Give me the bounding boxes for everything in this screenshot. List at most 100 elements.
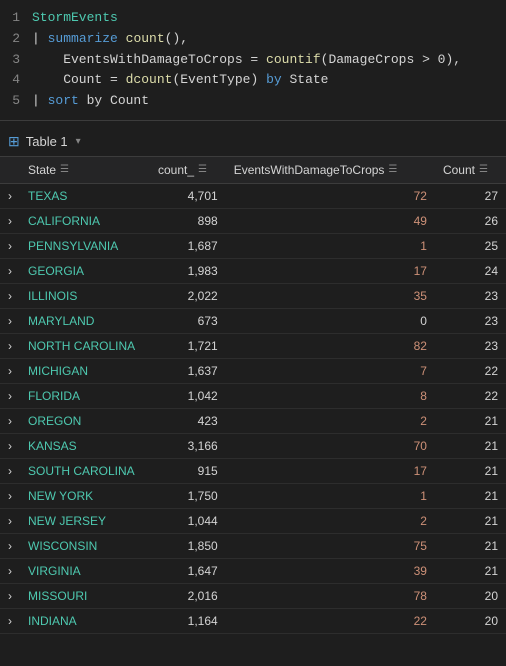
cell-events: 39 <box>226 558 435 583</box>
cell-events: 2 <box>226 408 435 433</box>
col-header-state[interactable]: State ☰ <box>20 156 150 183</box>
code-editor: 1StormEvents2| summarize count(),3 Event… <box>0 0 506 121</box>
table-row[interactable]: ›TEXAS4,7017227 <box>0 183 506 208</box>
filter-icon-count_[interactable]: ☰ <box>198 164 207 175</box>
code-text: Count = dcount(EventType) by State <box>32 70 328 91</box>
row-expand-icon[interactable]: › <box>0 308 20 333</box>
row-expand-icon[interactable]: › <box>0 283 20 308</box>
row-expand-icon[interactable]: › <box>0 358 20 383</box>
table-row[interactable]: ›MICHIGAN1,637722 <box>0 358 506 383</box>
cell-count_: 1,647 <box>150 558 226 583</box>
cell-state: ILLINOIS <box>20 283 150 308</box>
cell-count: 20 <box>435 583 506 608</box>
cell-count: 21 <box>435 558 506 583</box>
row-expand-icon[interactable]: › <box>0 483 20 508</box>
table-row[interactable]: ›NORTH CAROLINA1,7218223 <box>0 333 506 358</box>
cell-events: 2 <box>226 508 435 533</box>
table-row[interactable]: ›INDIANA1,1642220 <box>0 608 506 633</box>
table-row[interactable]: ›MISSOURI2,0167820 <box>0 583 506 608</box>
row-expand-icon[interactable]: › <box>0 333 20 358</box>
table-row[interactable]: ›CALIFORNIA8984926 <box>0 208 506 233</box>
row-expand-icon[interactable]: › <box>0 608 20 633</box>
expand-col-header <box>0 156 20 183</box>
row-expand-icon[interactable]: › <box>0 533 20 558</box>
chevron-down-icon[interactable]: ▾ <box>76 136 81 147</box>
cell-count_: 673 <box>150 308 226 333</box>
table-row[interactable]: ›VIRGINIA1,6473921 <box>0 558 506 583</box>
col-header-events[interactable]: EventsWithDamageToCrops ☰ <box>226 156 435 183</box>
filter-icon-events[interactable]: ☰ <box>388 164 397 175</box>
table-row[interactable]: ›PENNSYLVANIA1,687125 <box>0 233 506 258</box>
table-row[interactable]: ›GEORGIA1,9831724 <box>0 258 506 283</box>
cell-count_: 1,164 <box>150 608 226 633</box>
row-expand-icon[interactable]: › <box>0 383 20 408</box>
cell-count_: 1,721 <box>150 333 226 358</box>
row-expand-icon[interactable]: › <box>0 208 20 233</box>
row-expand-icon[interactable]: › <box>0 508 20 533</box>
cell-count: 21 <box>435 408 506 433</box>
table-row[interactable]: ›MARYLAND673023 <box>0 308 506 333</box>
cell-events: 72 <box>226 183 435 208</box>
table-body: ›TEXAS4,7017227›CALIFORNIA8984926›PENNSY… <box>0 183 506 633</box>
cell-count: 22 <box>435 358 506 383</box>
code-text: | sort by Count <box>32 91 149 112</box>
cell-state: INDIANA <box>20 608 150 633</box>
line-number: 4 <box>4 70 32 91</box>
row-expand-icon[interactable]: › <box>0 408 20 433</box>
code-text: EventsWithDamageToCrops = countif(Damage… <box>32 50 461 71</box>
table-row[interactable]: ›KANSAS3,1667021 <box>0 433 506 458</box>
cell-count_: 1,042 <box>150 383 226 408</box>
line-number: 1 <box>4 8 32 29</box>
row-expand-icon[interactable]: › <box>0 233 20 258</box>
filter-icon-state[interactable]: ☰ <box>60 164 69 175</box>
cell-events: 82 <box>226 333 435 358</box>
cell-state: CALIFORNIA <box>20 208 150 233</box>
table-row[interactable]: ›ILLINOIS2,0223523 <box>0 283 506 308</box>
table-area: ⊞ Table 1 ▾ State ☰ count_ ☰ <box>0 121 506 634</box>
col-count-label: Count <box>443 163 475 177</box>
row-expand-icon[interactable]: › <box>0 258 20 283</box>
cell-count_: 4,701 <box>150 183 226 208</box>
table-row[interactable]: ›WISCONSIN1,8507521 <box>0 533 506 558</box>
cell-events: 75 <box>226 533 435 558</box>
table-row[interactable]: ›OREGON423221 <box>0 408 506 433</box>
code-line-4: 4 Count = dcount(EventType) by State <box>0 70 506 91</box>
cell-count: 21 <box>435 458 506 483</box>
code-line-1: 1StormEvents <box>0 8 506 29</box>
cell-count_: 1,750 <box>150 483 226 508</box>
cell-count_: 2,016 <box>150 583 226 608</box>
col-events-label: EventsWithDamageToCrops <box>234 163 385 177</box>
cell-count: 21 <box>435 433 506 458</box>
cell-count: 23 <box>435 333 506 358</box>
cell-count: 21 <box>435 483 506 508</box>
table-row[interactable]: ›NEW JERSEY1,044221 <box>0 508 506 533</box>
table-icon: ⊞ <box>8 133 20 150</box>
code-line-5: 5| sort by Count <box>0 91 506 112</box>
cell-state: OREGON <box>20 408 150 433</box>
table-row[interactable]: ›SOUTH CAROLINA9151721 <box>0 458 506 483</box>
row-expand-icon[interactable]: › <box>0 183 20 208</box>
row-expand-icon[interactable]: › <box>0 458 20 483</box>
line-number: 2 <box>4 29 32 50</box>
cell-state: GEORGIA <box>20 258 150 283</box>
cell-count_: 898 <box>150 208 226 233</box>
cell-count_: 2,022 <box>150 283 226 308</box>
cell-state: NEW YORK <box>20 483 150 508</box>
col-header-count_[interactable]: count_ ☰ <box>150 156 226 183</box>
cell-count_: 1,637 <box>150 358 226 383</box>
row-expand-icon[interactable]: › <box>0 558 20 583</box>
cell-count: 23 <box>435 283 506 308</box>
cell-events: 17 <box>226 258 435 283</box>
cell-count: 23 <box>435 308 506 333</box>
filter-icon-count[interactable]: ☰ <box>479 164 488 175</box>
row-expand-icon[interactable]: › <box>0 433 20 458</box>
table-row[interactable]: ›NEW YORK1,750121 <box>0 483 506 508</box>
cell-count_: 1,983 <box>150 258 226 283</box>
code-text: | summarize count(), <box>32 29 188 50</box>
row-expand-icon[interactable]: › <box>0 583 20 608</box>
cell-state: MISSOURI <box>20 583 150 608</box>
table-row[interactable]: ›FLORIDA1,042822 <box>0 383 506 408</box>
cell-events: 1 <box>226 483 435 508</box>
col-header-count[interactable]: Count ☰ <box>435 156 506 183</box>
table-title: Table 1 <box>26 134 68 149</box>
